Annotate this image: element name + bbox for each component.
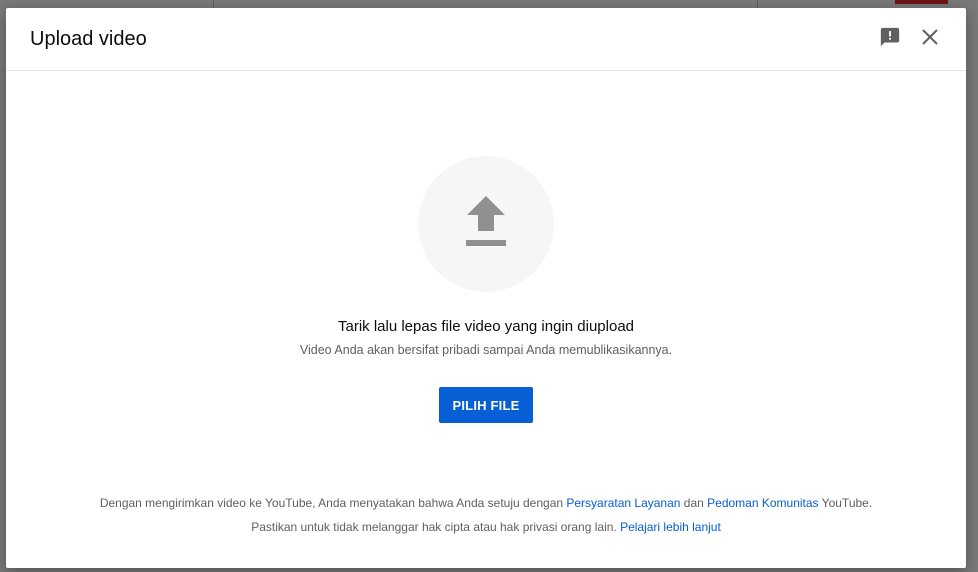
dropzone-title: Tarik lalu lepas file video yang ingin d…	[337, 318, 635, 335]
copyright-notice: Pastikan untuk tidak melanggar hak cipta…	[6, 520, 966, 534]
dialog-header: Upload video	[6, 8, 966, 71]
copyright-notice-text: Pastikan untuk tidak melanggar hak cipta…	[251, 520, 621, 534]
feedback-icon	[879, 26, 901, 53]
dialog-title: Upload video	[30, 28, 147, 50]
upload-dropzone[interactable]	[418, 156, 554, 292]
close-button[interactable]	[917, 26, 943, 52]
terms-notice-suffix: YouTube.	[818, 496, 873, 510]
select-file-button[interactable]: PILIH FILE	[439, 387, 533, 423]
backdrop-divider	[213, 0, 214, 8]
terms-notice: Dengan mengirimkan video ke YouTube, And…	[6, 496, 966, 510]
learn-more-link[interactable]: Pelajari lebih lanjut	[620, 520, 721, 534]
upload-video-dialog: Upload video Tarik lalu lepas file video…	[6, 8, 966, 568]
terms-notice-prefix: Dengan mengirimkan video ke YouTube, And…	[99, 496, 567, 510]
backdrop-button	[895, 0, 948, 4]
terms-of-service-link[interactable]: Persyaratan Layanan	[566, 496, 680, 510]
backdrop-divider	[757, 0, 758, 8]
feedback-button[interactable]	[877, 26, 903, 52]
terms-notice-middle: dan	[680, 496, 708, 510]
community-guidelines-link[interactable]: Pedoman Komunitas	[707, 496, 818, 510]
close-icon	[921, 28, 939, 51]
dropzone-subtitle: Video Anda akan bersifat pribadi sampai …	[299, 343, 673, 357]
upload-arrow-icon	[464, 194, 508, 255]
